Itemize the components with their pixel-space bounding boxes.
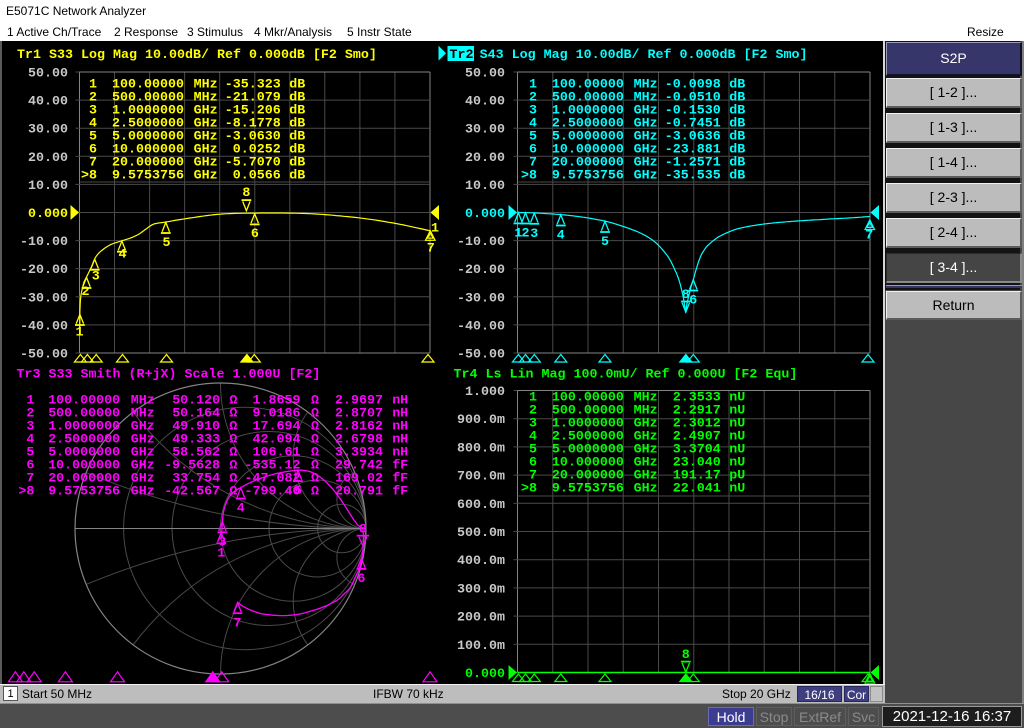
svg-text:50.00: 50.00 [465,67,505,82]
svg-text:9.5753756: 9.5753756 [552,169,624,184]
svg-text:fF: fF [392,484,408,499]
svg-text:500.0m: 500.0m [457,526,505,541]
svg-text:-20.00: -20.00 [457,263,505,278]
svg-text:20.00: 20.00 [465,151,505,166]
svg-text:6: 6 [251,227,259,242]
svg-text:S43 Log Mag 10.00dB/ Ref 0.000: S43 Log Mag 10.00dB/ Ref 0.000dB [F2 Smo… [480,48,808,63]
svg-text:-50.00: -50.00 [20,348,68,363]
svg-text:7: 7 [865,228,873,243]
svg-text:50.00: 50.00 [28,67,68,82]
svg-text:900.0m: 900.0m [457,413,505,428]
svg-text:0.000: 0.000 [465,207,505,222]
svg-text:10.00: 10.00 [465,179,505,194]
svg-text:-799.40: -799.40 [245,484,301,499]
svg-text:3: 3 [92,270,100,285]
svg-text:8: 8 [682,648,690,663]
svg-text:9.5753756: 9.5753756 [112,169,184,184]
svg-text:22.041: 22.041 [673,482,721,497]
svg-text:4: 4 [557,229,565,244]
svg-text:3: 3 [530,227,538,242]
svg-text:0.000: 0.000 [28,207,68,222]
svg-text:300.0m: 300.0m [457,582,505,597]
svg-text:Tr1 S33 Log Mag 10.00dB/ Ref 0: Tr1 S33 Log Mag 10.00dB/ Ref 0.000dB [F2… [17,48,377,63]
svg-text:nU: nU [729,482,745,497]
svg-text:5: 5 [163,236,171,251]
svg-text:7: 7 [427,241,435,256]
svg-text:1.000: 1.000 [465,385,505,400]
svg-text:4: 4 [237,502,245,517]
svg-text:1: 1 [431,222,439,237]
svg-text:7: 7 [234,616,242,631]
svg-text:4: 4 [119,248,127,263]
svg-text:GHz: GHz [194,169,218,184]
svg-text:Ω: Ω [229,484,237,499]
svg-text:1: 1 [76,326,84,341]
svg-text:0.000: 0.000 [465,667,505,682]
svg-text:8: 8 [242,186,250,201]
svg-text:Ω: Ω [311,484,319,499]
svg-text:>8: >8 [81,169,97,184]
svg-text:>8: >8 [521,482,537,497]
svg-text:>8: >8 [521,169,537,184]
svg-text:0.0566: 0.0566 [233,169,281,184]
svg-text:700.0m: 700.0m [457,470,505,485]
svg-text:400.0m: 400.0m [457,554,505,569]
svg-text:5: 5 [601,235,609,250]
svg-text:Tr4 Ls Lin Mag 100.0mU/ Ref 0.: Tr4 Ls Lin Mag 100.0mU/ Ref 0.000U [F2 E… [454,368,798,383]
svg-text:GHz: GHz [634,169,658,184]
svg-text:-10.00: -10.00 [20,235,68,250]
svg-text:-10.00: -10.00 [457,235,505,250]
svg-text:10.00: 10.00 [28,179,68,194]
svg-text:9.5753756: 9.5753756 [48,484,120,499]
svg-text:200.0m: 200.0m [457,611,505,626]
svg-text:20.00: 20.00 [28,151,68,166]
svg-text:GHz: GHz [634,482,658,497]
svg-text:600.0m: 600.0m [457,498,505,513]
svg-text:-42.567: -42.567 [164,484,220,499]
svg-text:-30.00: -30.00 [457,291,505,306]
svg-text:800.0m: 800.0m [457,441,505,456]
svg-text:8: 8 [682,288,690,303]
svg-text:30.00: 30.00 [465,123,505,138]
svg-text:dB: dB [289,169,305,184]
svg-text:30.00: 30.00 [28,123,68,138]
svg-text:Tr2: Tr2 [450,48,474,63]
svg-text:9.5753756: 9.5753756 [552,482,624,497]
svg-text:2: 2 [82,285,90,300]
svg-text:-30.00: -30.00 [20,291,68,306]
svg-text:20.791: 20.791 [335,484,383,499]
svg-text:-40.00: -40.00 [20,319,68,334]
svg-text:-35.535: -35.535 [665,169,721,184]
svg-text:40.00: 40.00 [28,95,68,110]
svg-text:-50.00: -50.00 [457,348,505,363]
svg-text:40.00: 40.00 [465,95,505,110]
svg-text:-20.00: -20.00 [20,263,68,278]
svg-text:6: 6 [357,572,365,587]
svg-text:dB: dB [729,169,745,184]
svg-text:8: 8 [359,523,367,538]
svg-text:>8: >8 [18,484,34,499]
svg-text:-40.00: -40.00 [457,319,505,334]
svg-text:GHz: GHz [131,484,155,499]
svg-text:3: 3 [218,535,226,550]
svg-text:2: 2 [522,227,530,242]
svg-text:100.0m: 100.0m [457,639,505,654]
svg-text:Tr3 S33 Smith (R+jX) Scale 1.0: Tr3 S33 Smith (R+jX) Scale 1.000U [F2] [17,368,321,383]
